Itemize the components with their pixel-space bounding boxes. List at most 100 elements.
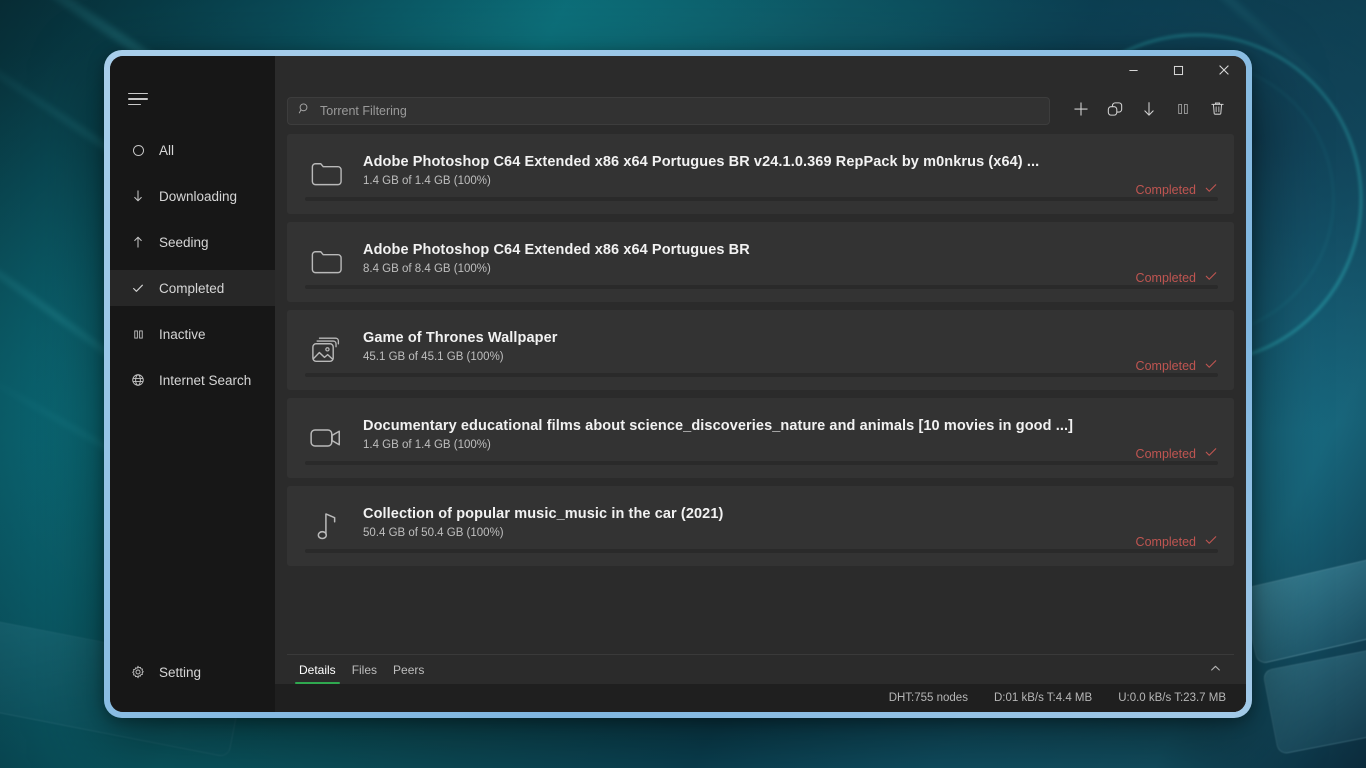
- progress-bar: [305, 461, 1218, 465]
- torrent-info: Collection of popular music_music in the…: [363, 506, 1136, 547]
- torrent-title: Game of Thrones Wallpaper: [363, 330, 1136, 346]
- main-area: Adobe Photoshop C64 Extended x86 x64 Por…: [275, 56, 1246, 712]
- arrow-up-icon: [130, 234, 146, 250]
- sidebar-item-seeding[interactable]: Seeding: [110, 224, 275, 260]
- progress-fill: [305, 197, 1218, 201]
- search-icon: [298, 102, 311, 120]
- arrow-down-icon: [1140, 100, 1158, 123]
- link-icon: [1106, 100, 1124, 123]
- progress-bar: [305, 285, 1218, 289]
- start-download-button[interactable]: [1134, 96, 1164, 126]
- close-button[interactable]: [1201, 56, 1246, 88]
- folder-icon: [305, 246, 351, 278]
- table-row[interactable]: Collection of popular music_music in the…: [287, 486, 1234, 566]
- progress-bar: [305, 373, 1218, 377]
- image-icon: [305, 333, 351, 367]
- globe-icon: [130, 372, 146, 388]
- minimize-icon: [1128, 63, 1139, 81]
- table-row[interactable]: Documentary educational films about scie…: [287, 398, 1234, 478]
- sidebar-item-internet-search[interactable]: Internet Search: [110, 362, 275, 398]
- add-magnet-button[interactable]: [1100, 96, 1130, 126]
- sidebar-item-label: Seeding: [159, 235, 209, 250]
- sidebar-item-label: All: [159, 143, 174, 158]
- sidebar-item-label: Downloading: [159, 189, 237, 204]
- minimize-button[interactable]: [1111, 56, 1156, 88]
- sidebar-item-label: Completed: [159, 281, 224, 296]
- torrent-size: 50.4 GB of 50.4 GB (100%): [363, 527, 1136, 539]
- status-badge: Completed: [1136, 533, 1218, 550]
- progress-fill: [305, 461, 1218, 465]
- search-input[interactable]: [320, 104, 1039, 118]
- status-label: Completed: [1136, 535, 1196, 549]
- table-row[interactable]: Adobe Photoshop C64 Extended x86 x64 Por…: [287, 134, 1234, 214]
- progress-fill: [305, 373, 1218, 377]
- sidebar-item-setting[interactable]: Setting: [110, 654, 275, 690]
- check-icon: [1204, 445, 1218, 462]
- pause-button[interactable]: [1168, 96, 1198, 126]
- search-box[interactable]: [287, 97, 1050, 125]
- status-badge: Completed: [1136, 269, 1218, 286]
- status-badge: Completed: [1136, 357, 1218, 374]
- collapse-panel-button[interactable]: [1202, 655, 1228, 685]
- sidebar-item-all[interactable]: All: [110, 132, 275, 168]
- sidebar-item-completed[interactable]: Completed: [110, 270, 275, 306]
- sidebar-item-label: Inactive: [159, 327, 206, 342]
- detail-tabbar: Details Files Peers: [287, 654, 1234, 684]
- download-status: D:01 kB/s T:4.4 MB: [994, 692, 1092, 704]
- pause-icon: [130, 326, 146, 342]
- check-icon: [1204, 269, 1218, 286]
- bottom-panel: Details Files Peers: [275, 654, 1246, 712]
- add-torrent-button[interactable]: [1066, 96, 1096, 126]
- pause-icon: [1175, 101, 1191, 122]
- status-badge: Completed: [1136, 445, 1218, 462]
- tab-details[interactable]: Details: [291, 655, 344, 685]
- status-label: Completed: [1136, 183, 1196, 197]
- delete-button[interactable]: [1202, 96, 1232, 126]
- torrent-info: Adobe Photoshop C64 Extended x86 x64 Por…: [363, 242, 1136, 283]
- status-label: Completed: [1136, 359, 1196, 373]
- folder-icon: [305, 158, 351, 190]
- table-row[interactable]: Adobe Photoshop C64 Extended x86 x64 Por…: [287, 222, 1234, 302]
- torrent-info: Game of Thrones Wallpaper 45.1 GB of 45.…: [363, 330, 1136, 371]
- status-label: Completed: [1136, 447, 1196, 461]
- chevron-up-icon: [1210, 661, 1221, 679]
- progress-bar: [305, 549, 1218, 553]
- toolbar-actions: [1066, 96, 1232, 126]
- tab-label: Peers: [393, 663, 424, 677]
- torrent-title: Collection of popular music_music in the…: [363, 506, 1136, 522]
- gear-icon: [130, 664, 146, 680]
- maximize-button[interactable]: [1156, 56, 1201, 88]
- torrent-title: Adobe Photoshop C64 Extended x86 x64 Por…: [363, 154, 1136, 170]
- sidebar-item-label: Setting: [159, 665, 201, 680]
- check-icon: [1204, 181, 1218, 198]
- status-label: Completed: [1136, 271, 1196, 285]
- table-row[interactable]: Game of Thrones Wallpaper 45.1 GB of 45.…: [287, 310, 1234, 390]
- hamburger-icon[interactable]: [128, 82, 168, 116]
- close-icon: [1218, 63, 1230, 81]
- tab-label: Details: [299, 663, 336, 677]
- plus-icon: [1072, 100, 1090, 123]
- music-icon: [305, 508, 351, 544]
- check-icon: [1204, 533, 1218, 550]
- check-icon: [1204, 357, 1218, 374]
- torrent-size: 8.4 GB of 8.4 GB (100%): [363, 263, 1136, 275]
- toolbar: [275, 88, 1246, 134]
- torrent-size: 45.1 GB of 45.1 GB (100%): [363, 351, 1136, 363]
- torrent-size: 1.4 GB of 1.4 GB (100%): [363, 175, 1136, 187]
- torrent-size: 1.4 GB of 1.4 GB (100%): [363, 439, 1136, 451]
- torrent-title: Documentary educational films about scie…: [363, 418, 1136, 434]
- sidebar: All Downloading Seeding: [110, 56, 275, 712]
- check-icon: [130, 280, 146, 296]
- tab-peers[interactable]: Peers: [385, 655, 432, 685]
- torrent-title: Adobe Photoshop C64 Extended x86 x64 Por…: [363, 242, 1136, 258]
- title-bar: [275, 56, 1246, 88]
- torrent-info: Documentary educational films about scie…: [363, 418, 1136, 459]
- upload-status: U:0.0 kB/s T:23.7 MB: [1118, 692, 1226, 704]
- desktop-background: All Downloading Seeding: [0, 0, 1366, 768]
- sidebar-item-downloading[interactable]: Downloading: [110, 178, 275, 214]
- tab-files[interactable]: Files: [344, 655, 385, 685]
- torrent-list: Adobe Photoshop C64 Extended x86 x64 Por…: [275, 134, 1246, 654]
- progress-fill: [305, 549, 1218, 553]
- sidebar-item-inactive[interactable]: Inactive: [110, 316, 275, 352]
- status-bar: DHT:755 nodes D:01 kB/s T:4.4 MB U:0.0 k…: [275, 684, 1246, 712]
